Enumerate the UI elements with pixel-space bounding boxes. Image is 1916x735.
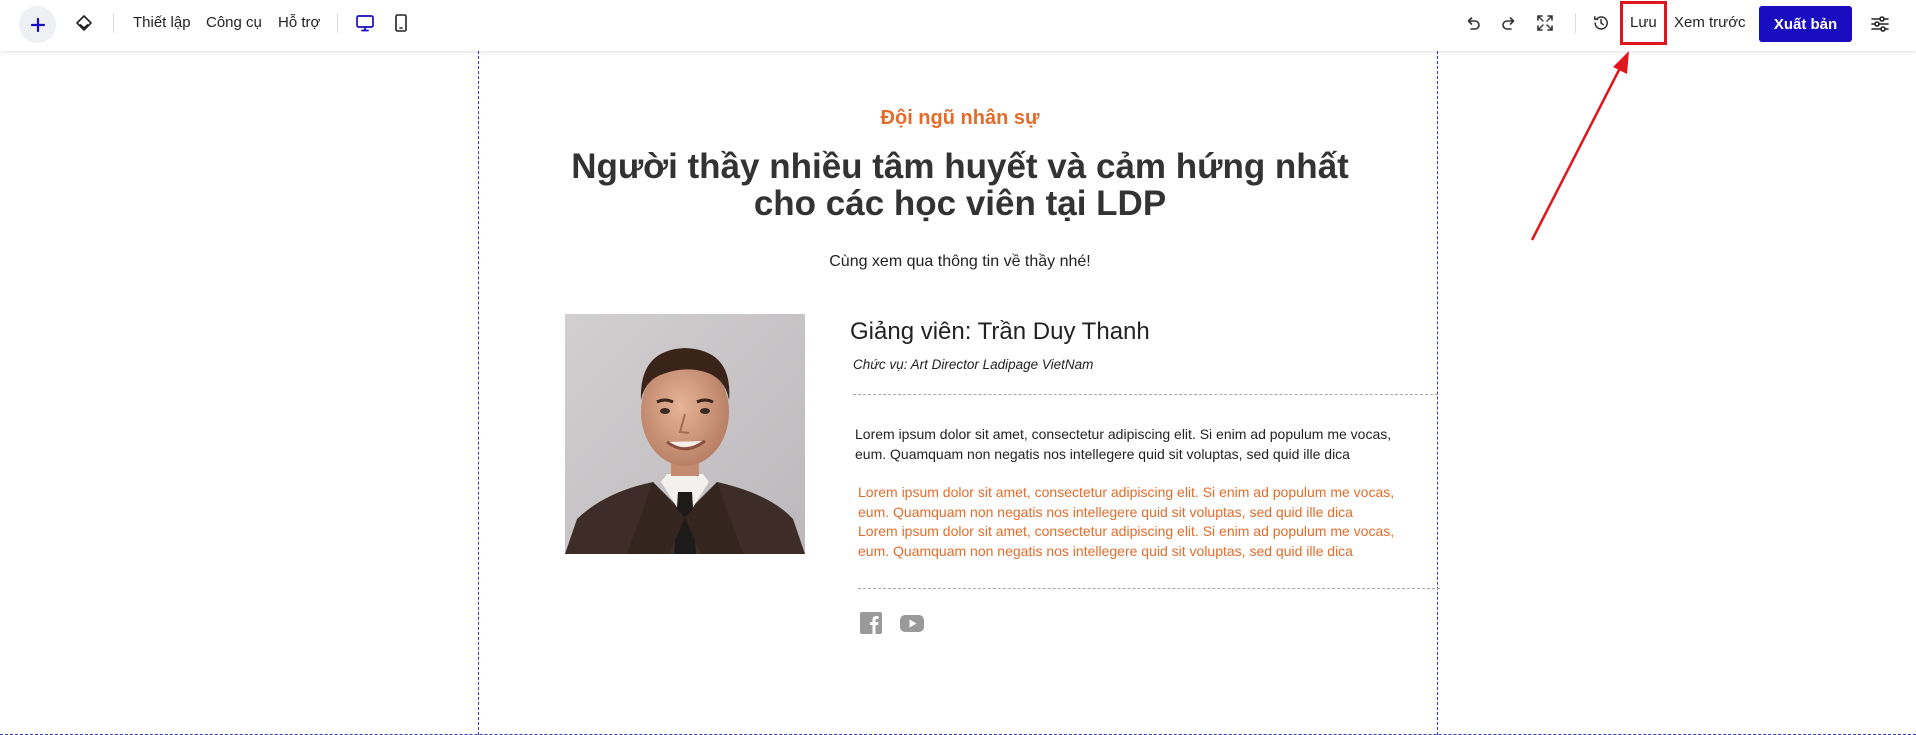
section-subtitle[interactable]: Đội ngũ nhân sự bbox=[480, 107, 1440, 130]
add-element-button[interactable] bbox=[19, 6, 56, 43]
menu-tools[interactable]: Công cụ bbox=[206, 14, 262, 31]
content-divider bbox=[858, 588, 1440, 589]
toolbar-separator bbox=[113, 13, 114, 33]
menu-support[interactable]: Hỗ trợ bbox=[278, 14, 320, 31]
sliders-icon bbox=[1871, 16, 1889, 32]
section-guide-right bbox=[1437, 51, 1438, 735]
facebook-link[interactable] bbox=[859, 611, 883, 635]
editor-toolbar: Thiết lập Công cụ Hỗ trợ Lưu Xem trước X… bbox=[0, 0, 1916, 51]
section-guide-left bbox=[478, 51, 479, 735]
history-icon bbox=[1594, 16, 1608, 30]
undo-icon bbox=[1467, 17, 1480, 30]
toolbar-separator bbox=[337, 13, 338, 33]
fullscreen-button[interactable] bbox=[1531, 9, 1559, 37]
facebook-icon bbox=[860, 612, 882, 634]
teacher-bio[interactable]: Lorem ipsum dolor sit amet, consectetur … bbox=[855, 424, 1425, 464]
preview-button[interactable]: Xem trước bbox=[1674, 14, 1746, 31]
history-button[interactable] bbox=[1587, 9, 1615, 37]
mobile-view-button[interactable] bbox=[387, 9, 415, 37]
section-headline[interactable]: Người thầy nhiều tâm huyết và cảm hứng n… bbox=[560, 148, 1360, 222]
save-button[interactable]: Lưu bbox=[1630, 14, 1657, 31]
plus-icon bbox=[30, 17, 45, 32]
publish-button[interactable]: Xuất bản bbox=[1759, 6, 1852, 42]
teacher-role[interactable]: Chức vụ: Art Director Ladipage VietNam bbox=[853, 357, 1093, 372]
desktop-view-button[interactable] bbox=[351, 9, 379, 37]
layers-icon bbox=[76, 15, 92, 31]
youtube-link[interactable] bbox=[899, 611, 925, 635]
teacher-highlight-1[interactable]: Lorem ipsum dolor sit amet, consectetur … bbox=[858, 483, 1428, 522]
fullscreen-icon bbox=[1537, 15, 1553, 31]
teacher-name[interactable]: Giảng viên: Trần Duy Thanh bbox=[850, 318, 1150, 346]
undo-button[interactable] bbox=[1459, 9, 1487, 37]
content-divider bbox=[853, 394, 1438, 395]
youtube-icon bbox=[900, 615, 924, 632]
desktop-icon bbox=[356, 15, 374, 32]
teacher-photo[interactable] bbox=[565, 314, 805, 554]
layers-button[interactable] bbox=[70, 9, 98, 37]
redo-button[interactable] bbox=[1495, 9, 1523, 37]
teacher-highlight-2[interactable]: Lorem ipsum dolor sit amet, consectetur … bbox=[858, 522, 1428, 561]
settings-panel-button[interactable] bbox=[1866, 10, 1894, 38]
redo-icon bbox=[1502, 17, 1515, 30]
section-intro[interactable]: Cùng xem qua thông tin về thầy nhé! bbox=[480, 253, 1440, 271]
teacher-portrait-image bbox=[565, 314, 805, 554]
menu-settings[interactable]: Thiết lập bbox=[133, 14, 191, 31]
mobile-icon bbox=[395, 14, 407, 32]
toolbar-separator bbox=[1575, 13, 1576, 33]
